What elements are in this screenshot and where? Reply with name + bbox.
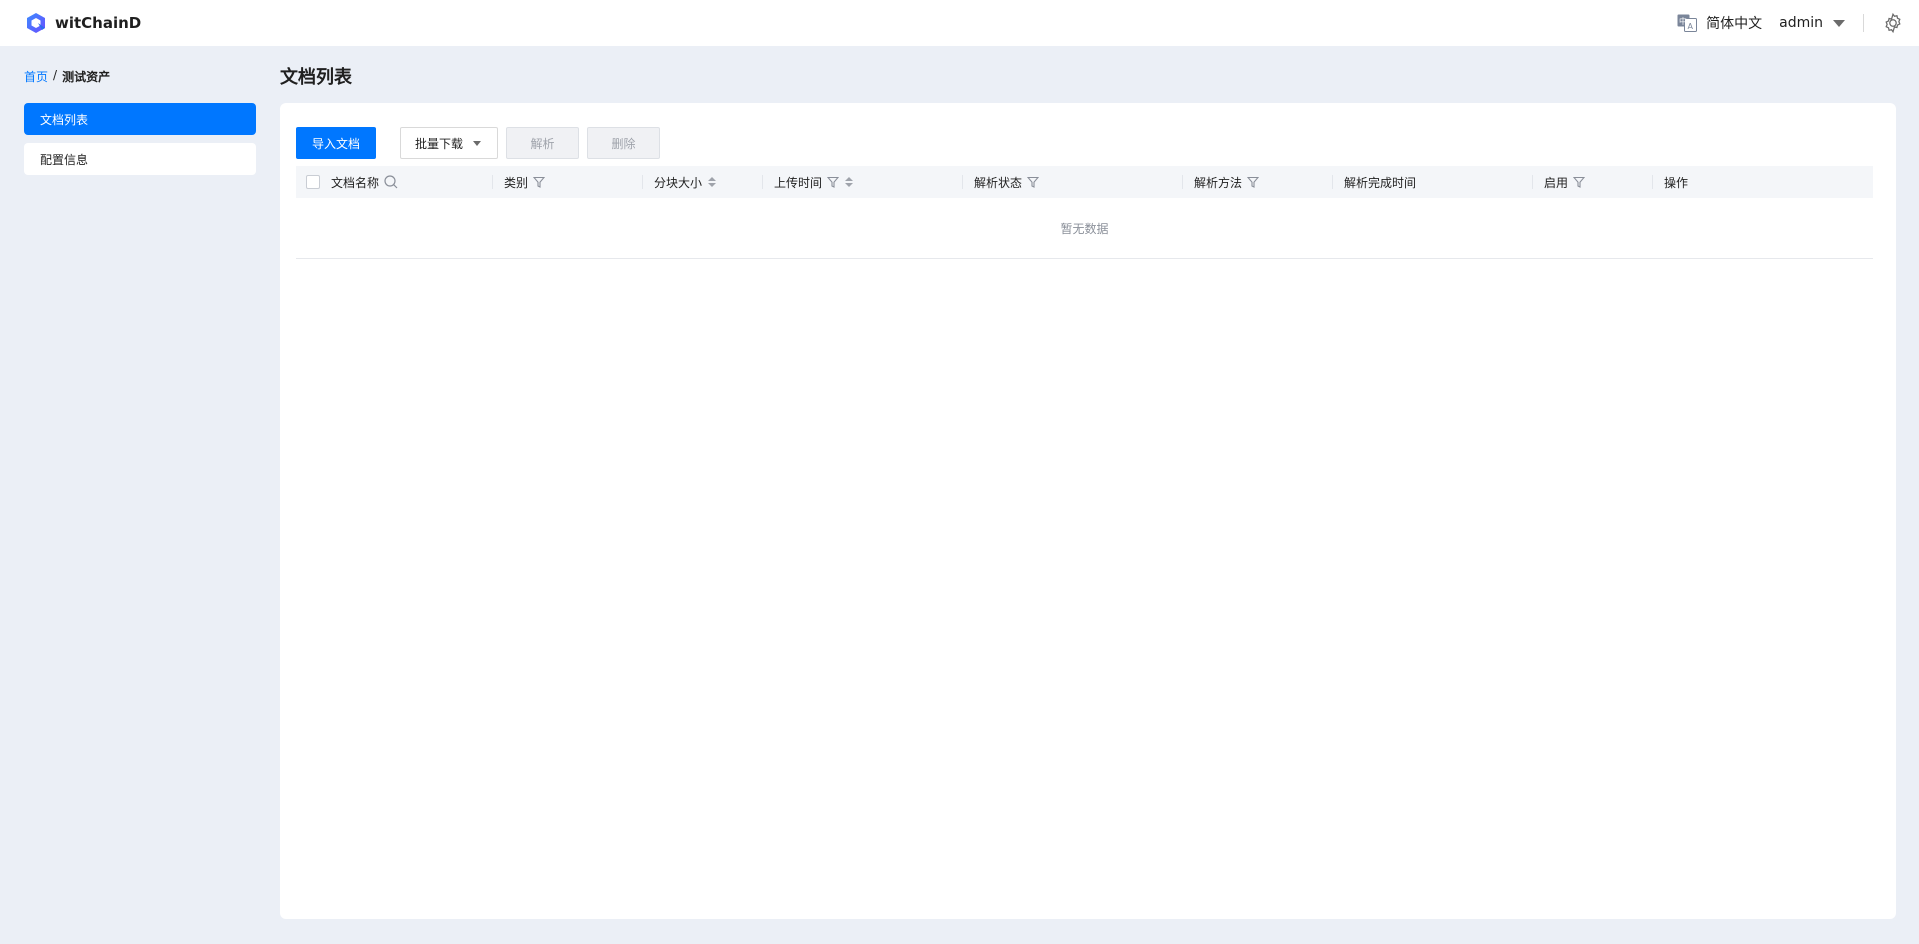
column-label: 类别: [504, 175, 529, 190]
main-panel: 导入文档 批量下载 解析 删除 文档名称 类别 分块大小 上传时间 解析状态 解…: [280, 103, 1896, 919]
column-label: 解析状态: [974, 175, 1023, 190]
column-label: 文档名称: [331, 175, 380, 190]
column-divider: [642, 175, 643, 189]
app-name: witChainD: [55, 14, 142, 32]
sort-icon[interactable]: [844, 176, 854, 188]
batch-download-dropdown[interactable]: 批量下载: [400, 127, 498, 159]
app-logo[interactable]: witChainD: [25, 12, 141, 34]
sidebar-item-document-list[interactable]: 文档列表: [24, 103, 256, 135]
sort-icon[interactable]: [707, 176, 717, 188]
header-actions: 中 A 简体中文 admin: [1677, 0, 1919, 46]
batch-download-label: 批量下载: [415, 136, 464, 151]
breadcrumb-current: 测试资产: [62, 70, 111, 84]
filter-icon[interactable]: [1027, 176, 1040, 188]
empty-text: 暂无数据: [1060, 221, 1109, 236]
column-header-select: [306, 166, 320, 198]
filter-icon[interactable]: [1247, 176, 1260, 188]
sidebar-nav: 文档列表 配置信息: [24, 103, 256, 183]
column-header-parse-method: 解析方法: [1194, 166, 1260, 198]
search-icon[interactable]: [384, 175, 398, 189]
column-label: 解析完成时间: [1344, 175, 1417, 190]
filter-icon[interactable]: [827, 176, 840, 188]
language-selector[interactable]: 简体中文: [1706, 13, 1762, 33]
language-icon[interactable]: 中 A: [1677, 14, 1698, 32]
document-table: 文档名称 类别 分块大小 上传时间 解析状态 解析方法 解析完成时间 启用 操作…: [296, 166, 1873, 259]
column-header-chunk-size: 分块大小: [654, 166, 717, 198]
breadcrumb-separator: /: [53, 68, 58, 82]
page-title: 文档列表: [280, 67, 352, 88]
svg-text:中: 中: [1679, 16, 1687, 26]
column-header-upload-time: 上传时间: [774, 166, 854, 198]
column-divider: [492, 175, 493, 189]
column-divider: [1182, 175, 1183, 189]
column-header-parse-finish-time: 解析完成时间: [1344, 166, 1416, 198]
column-header-parse-status: 解析状态: [974, 166, 1040, 198]
column-header-doc-name: 文档名称: [331, 166, 398, 198]
sidebar-item-config-info[interactable]: 配置信息: [24, 143, 256, 175]
column-divider: [1332, 175, 1333, 189]
toolbar: 导入文档 批量下载 解析 删除: [296, 127, 660, 159]
header-divider: [1863, 14, 1864, 32]
sidebar-item-label: 配置信息: [40, 152, 89, 167]
column-header-actions: 操作: [1664, 166, 1688, 198]
column-divider: [762, 175, 763, 189]
table-empty-state: 暂无数据: [296, 198, 1873, 259]
svg-text:A: A: [1688, 22, 1694, 31]
column-label: 上传时间: [774, 175, 823, 190]
table-header: 文档名称 类别 分块大小 上传时间 解析状态 解析方法 解析完成时间 启用 操作: [296, 166, 1873, 198]
chevron-down-icon: [473, 140, 482, 146]
chevron-down-icon[interactable]: [1833, 19, 1845, 27]
column-divider: [1652, 175, 1653, 189]
gear-icon[interactable]: [1882, 12, 1904, 34]
column-divider: [962, 175, 963, 189]
column-label: 操作: [1664, 175, 1689, 190]
column-label: 启用: [1544, 175, 1569, 190]
witchaind-logo-icon: [27, 13, 45, 33]
column-header-category: 类别: [504, 166, 546, 198]
top-header: witChainD 中 A 简体中文 admin: [0, 0, 1919, 46]
column-header-enabled: 启用: [1544, 166, 1586, 198]
sidebar-item-label: 文档列表: [40, 112, 89, 127]
filter-icon[interactable]: [1573, 176, 1586, 188]
breadcrumb-home[interactable]: 首页: [24, 68, 48, 85]
column-label: 解析方法: [1194, 175, 1243, 190]
column-label: 分块大小: [654, 175, 703, 190]
filter-icon[interactable]: [533, 176, 546, 188]
import-document-button[interactable]: 导入文档: [296, 127, 376, 159]
parse-button: 解析: [506, 127, 579, 159]
user-name[interactable]: admin: [1779, 15, 1823, 31]
column-divider: [1532, 175, 1533, 189]
breadcrumb: 首页 / 测试资产: [24, 68, 110, 85]
select-all-checkbox[interactable]: [306, 175, 320, 189]
delete-button: 删除: [587, 127, 660, 159]
